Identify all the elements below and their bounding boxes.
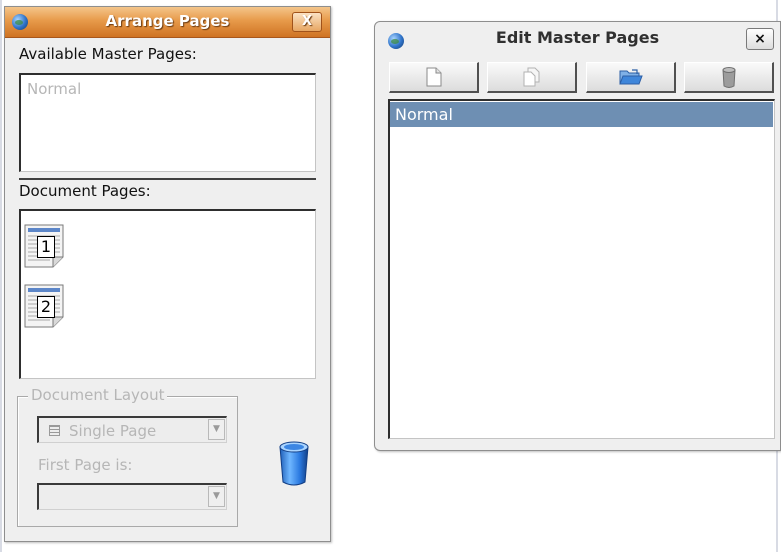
arrange-pages-title: Arrange Pages (105, 12, 230, 30)
delete-page-button[interactable] (684, 62, 774, 93)
master-page-item-normal[interactable]: Normal (27, 80, 81, 98)
section-divider (19, 178, 316, 180)
document-page-1[interactable]: 1 (24, 224, 64, 268)
document-pages-label: Document Pages: (19, 182, 151, 200)
edit-master-pages-dialog: Edit Master Pages × Normal (374, 21, 781, 451)
chevron-down-icon[interactable]: ▼ (208, 486, 225, 507)
edit-master-pages-title: Edit Master Pages (495, 28, 660, 47)
page-number: 1 (37, 236, 55, 258)
new-page-icon (426, 67, 441, 87)
document-layout-group: Document Layout Single Page ▼ First Page… (17, 386, 238, 527)
duplicate-page-icon (523, 67, 539, 87)
page-number: 2 (37, 296, 55, 318)
open-folder-icon (618, 69, 643, 85)
page-guide-left (0, 0, 2, 552)
trash-icon (721, 67, 736, 88)
trash-icon[interactable] (277, 439, 311, 487)
document-layout-title: Document Layout (28, 386, 168, 404)
duplicate-page-button[interactable] (487, 62, 577, 93)
arrange-pages-close-button[interactable]: X (292, 12, 322, 32)
chevron-down-icon[interactable]: ▼ (208, 419, 225, 440)
import-page-button[interactable] (586, 62, 676, 93)
document-page-2[interactable]: 2 (24, 284, 64, 328)
edit-master-pages-close-button[interactable]: × (746, 28, 774, 50)
first-page-label: First Page is: (38, 456, 133, 474)
app-globe-icon (12, 14, 28, 30)
document-pages-list[interactable]: 1 2 (19, 209, 316, 379)
arrange-pages-titlebar[interactable]: Arrange Pages X (5, 7, 330, 38)
app-globe-icon (388, 33, 404, 49)
available-master-pages-label: Available Master Pages: (19, 45, 197, 63)
arrange-pages-palette: Arrange Pages X Available Master Pages: … (4, 6, 331, 542)
layout-select[interactable]: Single Page ▼ (37, 416, 227, 443)
master-page-item-normal[interactable]: Normal (390, 102, 773, 127)
layout-select-value: Single Page (69, 422, 157, 440)
master-pages-list[interactable]: Normal (388, 99, 775, 439)
first-page-select[interactable]: ▼ (37, 483, 227, 510)
new-page-button[interactable] (389, 62, 479, 93)
available-master-pages-list[interactable]: Normal (19, 73, 316, 172)
single-page-icon (49, 425, 60, 436)
